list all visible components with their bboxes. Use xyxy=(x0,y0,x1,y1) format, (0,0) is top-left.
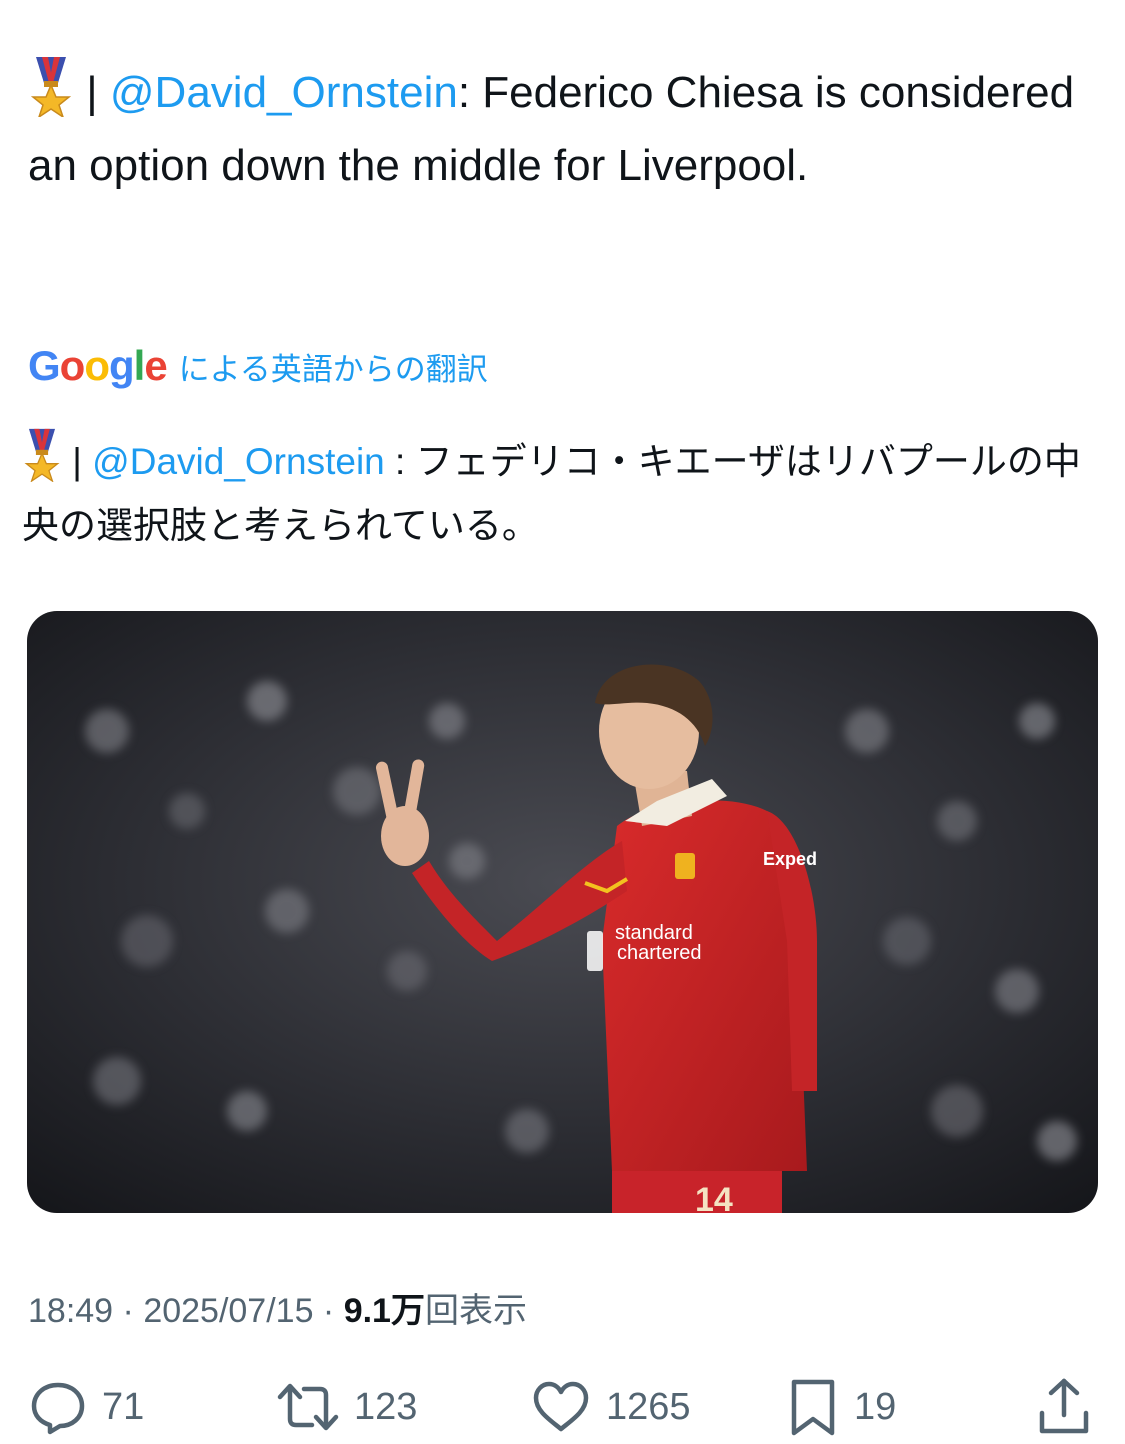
translation-attribution[interactable]: Google による英語からの翻訳 xyxy=(28,340,488,392)
mention-link[interactable]: @David_Ornstein xyxy=(110,68,458,117)
bookmark-button[interactable]: 19 xyxy=(786,1372,896,1442)
mention-link[interactable]: @David_Ornstein xyxy=(92,441,385,482)
svg-text:chartered: chartered xyxy=(617,942,702,964)
tweet-text: | @David_Ornstein: Federico Chiesa is co… xyxy=(28,56,1088,202)
action-bar: 71 123 1265 19 xyxy=(0,1372,1125,1442)
retweet-button[interactable]: 123 xyxy=(276,1372,417,1442)
views-label: 回表示 xyxy=(424,1292,527,1330)
retweet-icon xyxy=(277,1383,339,1431)
views-count: 9.1万 xyxy=(343,1292,425,1330)
share-button[interactable] xyxy=(1036,1372,1092,1442)
football-player-photo: 14 Exped standard chartered xyxy=(27,611,1098,1213)
separator: | xyxy=(74,68,110,117)
bookmark-count: 19 xyxy=(854,1385,897,1428)
like-count: 1265 xyxy=(606,1385,691,1428)
military-medal-icon xyxy=(24,428,60,482)
tweet-time[interactable]: 18:49 xyxy=(28,1292,113,1330)
tweet-date[interactable]: 2025/07/15 xyxy=(143,1292,313,1330)
reply-icon xyxy=(31,1382,85,1435)
heart-icon xyxy=(533,1381,589,1432)
like-button[interactable]: 1265 xyxy=(530,1372,691,1442)
separator: | xyxy=(62,441,93,482)
reply-button[interactable]: 71 xyxy=(28,1372,144,1442)
tweet-meta: 18:49 · 2025/07/15 · 9.1万回表示 xyxy=(28,1292,527,1330)
tweet-photo[interactable]: 14 Exped standard chartered xyxy=(27,611,1098,1213)
google-logo: Google xyxy=(28,342,168,389)
share-icon xyxy=(1039,1378,1089,1434)
bookmark-icon xyxy=(791,1379,835,1436)
retweet-count: 123 xyxy=(354,1385,418,1428)
svg-text:14: 14 xyxy=(695,1181,733,1213)
military-medal-icon xyxy=(30,57,72,117)
translated-text: | @David_Ornstein : フェデリコ・キエーザはリバプールの中央の… xyxy=(22,428,1102,558)
svg-text:standard: standard xyxy=(615,922,693,944)
reply-count: 71 xyxy=(102,1385,145,1428)
translation-label: による英語からの翻訳 xyxy=(178,351,488,387)
svg-text:Exped: Exped xyxy=(763,849,817,869)
